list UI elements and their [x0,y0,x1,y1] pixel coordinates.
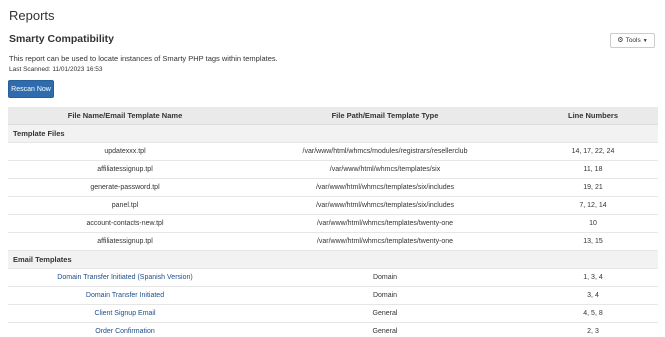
email-template-type: Domain [242,267,528,286]
file-name: updatexxx.tpl [8,141,242,160]
table-row: panel.tpl /var/www/html/whmcs/templates/… [8,195,658,214]
column-header-name: File Name/Email Template Name [8,107,242,125]
tools-dropdown-button[interactable]: ⚙ Tools ▼ [610,33,655,48]
caret-down-icon: ▼ [642,37,648,44]
table-row: updatexxx.tpl /var/www/html/whmcs/module… [8,141,658,160]
email-template-link[interactable]: Domain Transfer Initiated (Spanish Versi… [57,274,192,281]
table-row: affiliatessignup.tpl /var/www/html/whmcs… [8,159,658,178]
page-title: Reports [9,8,55,23]
file-name: affiliatessignup.tpl [8,159,242,178]
table-row: Domain Transfer Initiated (Spanish Versi… [8,267,658,286]
table-row: Domain Transfer Initiated Domain 3, 4 [8,285,658,304]
line-numbers: 1, 3, 4 [528,267,658,286]
file-name: affiliatessignup.tpl [8,231,242,250]
file-path: /var/www/html/whmcs/templates/six/includ… [242,177,528,196]
report-description: This report can be used to locate instan… [9,54,278,63]
table-row: Order Confirmation General 2, 3 [8,321,658,337]
last-scanned-text: Last Scanned: 11/01/2023 16:53 [9,66,103,73]
file-path: /var/www/html/whmcs/templates/twenty-one [242,231,528,250]
group-label: Email Templates [8,249,658,268]
table-row: affiliatessignup.tpl /var/www/html/whmcs… [8,231,658,250]
email-template-link[interactable]: Domain Transfer Initiated [86,292,164,299]
line-numbers: 7, 12, 14 [528,195,658,214]
file-name: generate-password.tpl [8,177,242,196]
email-template-cell: Order Confirmation [8,321,242,337]
email-template-type: Domain [242,285,528,304]
column-header-lines: Line Numbers [528,107,658,125]
email-template-cell: Domain Transfer Initiated (Spanish Versi… [8,267,242,286]
email-template-type: General [242,321,528,337]
section-title: Smarty Compatibility [9,33,115,45]
group-row-template-files: Template Files [8,123,658,142]
table-row: generate-password.tpl /var/www/html/whmc… [8,177,658,196]
file-path: /var/www/html/whmcs/templates/six [242,159,528,178]
email-template-cell: Client Signup Email [8,303,242,322]
line-numbers: 2, 3 [528,321,658,337]
email-template-link[interactable]: Client Signup Email [94,310,155,317]
file-name: panel.tpl [8,195,242,214]
table-row: account-contacts-new.tpl /var/www/html/w… [8,213,658,232]
file-name: account-contacts-new.tpl [8,213,242,232]
line-numbers: 3, 4 [528,285,658,304]
table-row: Client Signup Email General 4, 5, 8 [8,303,658,322]
file-path: /var/www/html/whmcs/templates/six/includ… [242,195,528,214]
column-header-path: File Path/Email Template Type [242,107,528,125]
email-template-type: General [242,303,528,322]
file-path: /var/www/html/whmcs/templates/twenty-one [242,213,528,232]
group-label: Template Files [8,123,658,142]
tools-label: Tools [625,37,641,44]
email-template-link[interactable]: Order Confirmation [95,328,155,335]
smarty-report-table: File Name/Email Template Name File Path/… [8,107,658,337]
line-numbers: 19, 21 [528,177,658,196]
line-numbers: 14, 17, 22, 24 [528,141,658,160]
rescan-now-button[interactable]: Rescan Now [8,80,54,98]
gear-icon: ⚙ [617,37,624,44]
line-numbers: 10 [528,213,658,232]
group-row-email-templates: Email Templates [8,249,658,268]
line-numbers: 13, 15 [528,231,658,250]
email-template-cell: Domain Transfer Initiated [8,285,242,304]
table-header-row: File Name/Email Template Name File Path/… [8,107,658,125]
line-numbers: 4, 5, 8 [528,303,658,322]
file-path: /var/www/html/whmcs/modules/registrars/r… [242,141,528,160]
line-numbers: 11, 18 [528,159,658,178]
